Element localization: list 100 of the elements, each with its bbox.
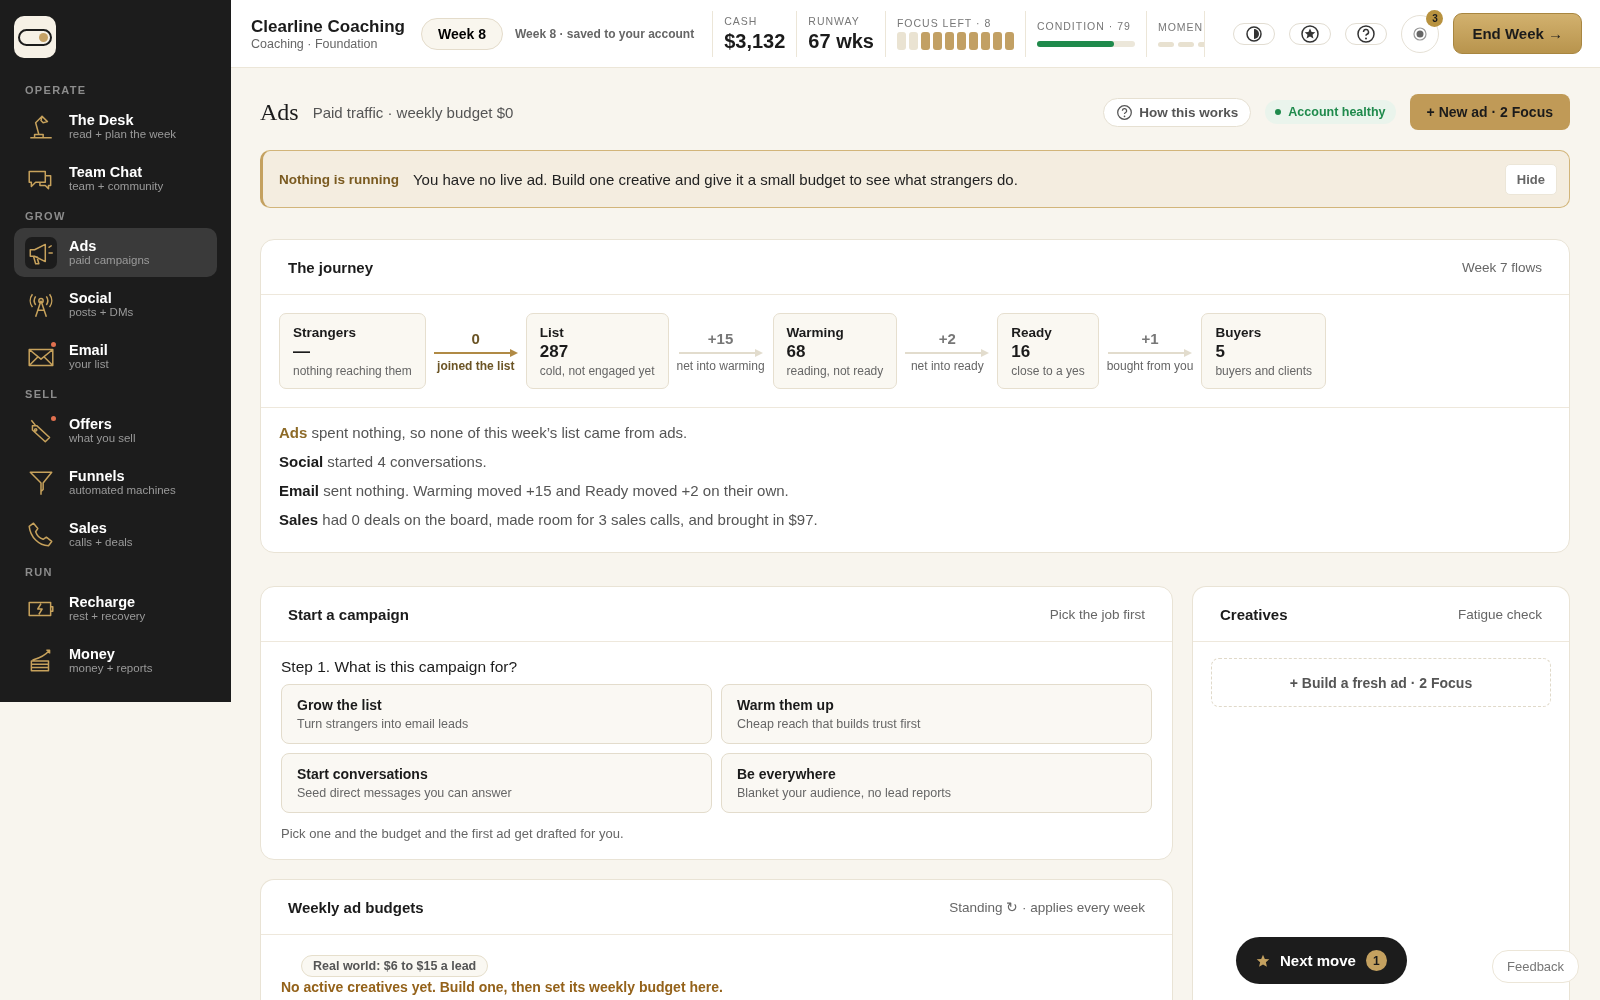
card-title: Creatives (1220, 605, 1288, 623)
nav-item[interactable]: Social posts + DMs (14, 280, 217, 329)
nav-label: Team Chat (69, 164, 144, 180)
next-move-button[interactable]: Next move 1 (1236, 937, 1407, 984)
option-title: Start conversations (297, 766, 429, 782)
nav-label: Money (69, 646, 116, 662)
option-title: Grow the list (297, 697, 383, 713)
nav-subtitle: read + plan the week (69, 128, 177, 141)
summary-line: Sales had 0 deals on the board, made room for 3 sales calls, and brought in $97. (279, 511, 819, 528)
option-description: Seed direct messages you can answer (297, 786, 513, 800)
week-button[interactable]: Week 8 (421, 17, 503, 50)
campaign-option[interactable]: Grow the list Turn strangers into email leads (281, 684, 712, 744)
stage-value: 287 (539, 342, 570, 362)
stage-name: Strangers (293, 325, 358, 340)
nav-item[interactable]: Email your list (14, 332, 217, 381)
summary-line: Ads spent nothing, so none of this week’s list came from ads. (279, 424, 689, 441)
flow-label: bought from you (1106, 358, 1194, 373)
build-ad-button[interactable]: + Build a fresh ad · 2 Focus (1211, 658, 1551, 707)
count-badge: 1 (1365, 950, 1387, 971)
end-week-button[interactable]: End Week → (1453, 13, 1582, 54)
stat-value: 67 wks (808, 30, 874, 52)
stat-label: CASH (724, 15, 759, 27)
campaign-option[interactable]: Warm them up Cheap reach that builds trust first (721, 684, 1152, 744)
stage-value: — (293, 342, 311, 362)
flow-label: net into ready (910, 358, 984, 373)
nav-item[interactable]: Sales calls + deals (14, 510, 217, 559)
theme-button[interactable] (1233, 22, 1276, 45)
hint-text: Pick one and the budget and the first ad get drafted for you. (281, 826, 625, 841)
help-icon (1116, 103, 1134, 121)
stage-note: buyers and clients (1215, 364, 1313, 378)
nav-subtitle: what you sell (69, 432, 136, 445)
stage-name: Ready (1011, 325, 1053, 340)
new-ad-button[interactable]: + New ad · 2 Focus (1409, 94, 1570, 130)
page-title: Ads (260, 98, 299, 126)
hide-button[interactable]: Hide (1504, 163, 1557, 195)
card-title: Weekly ad budgets (288, 898, 424, 916)
flow-label: net into warming (676, 358, 765, 373)
nav-subtitle: calls + deals (69, 536, 133, 549)
stat-label: RUNWAY (808, 15, 861, 27)
card-meta: Pick the job first (1049, 606, 1145, 622)
stage-value: 68 (786, 342, 807, 362)
favorites-button[interactable] (1289, 22, 1332, 45)
help-icon (1356, 23, 1377, 44)
nav-item[interactable]: Funnels automated machines (14, 458, 217, 507)
logo-icon[interactable] (14, 16, 56, 58)
nav-subtitle: money + reports (69, 662, 153, 675)
summary-line: Email sent nothing. Warming moved +15 and Ready moved +2 on their own. (279, 482, 790, 499)
card-meta: Week 7 flows (1461, 259, 1542, 275)
star-icon (1256, 953, 1270, 968)
nav-subtitle: automated machines (69, 484, 176, 497)
step-question: Step 1. What is this campaign for? (281, 658, 519, 676)
help-button[interactable] (1345, 22, 1388, 45)
nav-subtitle: posts + DMs (69, 306, 134, 319)
nav-item[interactable]: Recharge rest + recovery (14, 584, 217, 633)
radio-icon (1413, 26, 1428, 41)
notice-text: You have no live ad. Build one creative and give it a small budget to see what strangers do. (413, 170, 1018, 188)
option-description: Cheap reach that builds trust first (737, 717, 922, 731)
option-title: Warm them up (737, 697, 835, 713)
nav-item[interactable]: Offers what you sell (14, 406, 217, 455)
nav-label: The Desk (69, 112, 135, 128)
campaign-option[interactable]: Start conversations Seed direct messages you can answer (281, 753, 712, 813)
stat-label: MOMEN (1157, 20, 1202, 33)
flow-value: 0 (471, 329, 480, 347)
flow-value: +2 (938, 329, 956, 347)
section-heading: SELL (24, 388, 60, 400)
nav-item[interactable]: Team Chat team + community (14, 154, 217, 203)
option-title: Be everywhere (737, 766, 837, 782)
stat-label: CONDITION · 79 (1036, 20, 1132, 32)
stage-note: cold, not engaged yet (539, 364, 655, 378)
nav-subtitle: paid campaigns (69, 254, 150, 267)
nav-item[interactable]: The Desk read + plan the week (14, 102, 217, 151)
notification-count: 3 (1426, 9, 1444, 27)
account-status-badge: Account healthy (1265, 100, 1396, 124)
nav-label: Recharge (69, 594, 137, 610)
card-title: The journey (288, 258, 373, 276)
nav-label: Social (69, 290, 113, 306)
stage-name: List (539, 325, 565, 340)
how-it-works-button[interactable]: How this works (1103, 97, 1252, 127)
feedback-button[interactable]: Feedback (1492, 950, 1580, 983)
nav-label: Funnels (69, 468, 126, 484)
nav-item[interactable]: Ads paid campaigns (14, 228, 217, 277)
stage-value: 16 (1011, 342, 1032, 362)
nav-label: Sales (69, 520, 108, 536)
card-meta: Standing ↻ · applies every week (949, 899, 1145, 915)
card-meta: Fatigue check (1457, 606, 1542, 622)
half-circle-icon (1245, 24, 1264, 43)
nav-item[interactable]: Money money + reports (14, 636, 217, 685)
option-description: Blanket your audience, no lead reports (737, 786, 953, 800)
momentum-meter (1157, 41, 1202, 47)
section-heading: OPERATE (24, 84, 88, 96)
card-title: Start a campaign (288, 605, 409, 623)
section-heading: RUN (24, 566, 54, 578)
flow-value: +15 (707, 329, 734, 347)
stage-value: 5 (1215, 342, 1226, 362)
campaign-option[interactable]: Be everywhere Blanket your audience, no lead reports (721, 753, 1152, 813)
nav-label: Ads (69, 238, 98, 254)
stat-label: FOCUS LEFT · 8 (896, 17, 993, 29)
notice-title: Nothing is running (279, 171, 399, 187)
stage-note: reading, not ready (786, 364, 884, 378)
nav-subtitle: team + community (69, 180, 164, 193)
